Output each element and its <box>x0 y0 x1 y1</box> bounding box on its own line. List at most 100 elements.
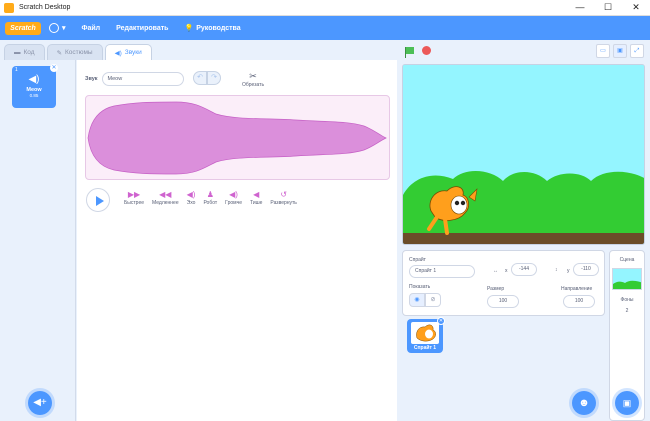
effect-slower-button[interactable]: ◀◀ Медленнее <box>148 190 183 206</box>
normal-stage-button[interactable]: ▣ <box>613 44 627 58</box>
tab-sounds[interactable]: ◀) Звуки <box>104 44 152 60</box>
window-controls: — ☐ ✕ <box>566 0 650 16</box>
fullscreen-button[interactable]: ⤢ <box>630 44 644 58</box>
show-label: Показать <box>409 284 431 290</box>
effect-robot-button[interactable]: ♟ Робот <box>199 190 221 206</box>
robot-icon: ♟ <box>206 190 214 199</box>
stage-thumbnail <box>612 268 642 290</box>
effect-softer-button[interactable]: ◀ Тише <box>246 190 266 206</box>
sprite-item-1[interactable]: ✕ Спрайт 1 <box>407 317 445 353</box>
tab-costumes[interactable]: ✎ Костюмы <box>46 44 103 60</box>
hide-sprite-button[interactable]: ⊘ <box>425 293 441 307</box>
sprite-name-input[interactable]: Спрайт 1 <box>409 265 475 278</box>
direction-input[interactable]: 100 <box>563 295 595 308</box>
tab-sounds-label: Звуки <box>124 49 142 56</box>
sound-list: 1 ✕ ◀) Meow 0.85 <box>0 60 76 421</box>
app-icon <box>4 2 14 13</box>
delete-sound-button[interactable]: ✕ <box>50 64 58 72</box>
tab-code[interactable]: ▬ Код <box>4 44 45 60</box>
eye-slash-icon: ⊘ <box>430 297 436 303</box>
cat-plus-icon: ☻ <box>578 397 590 409</box>
trim-button[interactable]: ✂ Обрезать <box>242 71 264 88</box>
stage-size-buttons: ▭ ▣ ⤢ <box>596 44 644 58</box>
edit-menu[interactable]: Редактировать <box>108 25 176 32</box>
slower-icon: ◀◀ <box>159 190 172 199</box>
add-backdrop-button[interactable]: ▣ <box>615 391 639 415</box>
waveform-display[interactable] <box>85 95 390 180</box>
add-sound-button[interactable]: ◀+ <box>28 391 52 415</box>
ground <box>403 233 644 244</box>
image-plus-icon: ▣ <box>622 398 632 408</box>
stage-scene <box>403 65 644 244</box>
globe-icon <box>49 23 59 33</box>
stage-header: ▭ ▣ ⤢ <box>398 40 650 62</box>
faster-icon: ▶▶ <box>127 190 141 199</box>
small-stage-button[interactable]: ▭ <box>596 44 610 58</box>
window-title: Scratch Desktop <box>19 4 71 11</box>
stage-canvas[interactable] <box>402 64 645 245</box>
x-label: x <box>505 268 508 274</box>
softer-icon: ◀ <box>253 190 260 199</box>
tutorials-menu[interactable]: 💡 Руководства <box>177 24 249 33</box>
sound-editor: Звук Meow ↶ ↷ ✂ Обрезать ▶▶ Быстрее ◀◀ М… <box>77 60 397 421</box>
file-menu[interactable]: Файл <box>74 25 109 32</box>
sprite-info-panel: Спрайт Спрайт 1 ↔ x -144 ↕ y -110 Показа… <box>402 250 605 316</box>
lightbulb-icon: 💡 <box>184 25 194 32</box>
y-input[interactable]: -110 <box>573 263 599 276</box>
tutorials-label: Руководства <box>196 24 241 32</box>
language-menu[interactable]: ▾ <box>41 23 74 33</box>
effect-label: Эхо <box>186 200 196 206</box>
sprite-thumbnail <box>411 322 439 344</box>
show-sprite-button[interactable]: ◉ <box>409 293 425 307</box>
sprite-label: Спрайт <box>409 257 426 263</box>
y-label: y <box>567 268 570 274</box>
x-input[interactable]: -144 <box>511 263 537 276</box>
add-sprite-button[interactable]: ☻ <box>572 391 596 415</box>
effect-label: Громче <box>225 200 242 206</box>
sound-name-row: Звук Meow <box>85 72 184 86</box>
effect-louder-button[interactable]: ◀) Громче <box>221 190 246 206</box>
sound-index: 1 <box>15 67 18 73</box>
undo-redo-group: ↶ ↷ <box>193 71 221 85</box>
undo-button[interactable]: ↶ <box>193 71 207 85</box>
effect-label: Робот <box>203 200 218 206</box>
chevron-down-icon: ▾ <box>62 25 66 32</box>
waveform-shape <box>87 101 387 175</box>
eye-icon: ◉ <box>414 297 420 303</box>
stop-button[interactable] <box>422 46 431 55</box>
y-arrows-icon: ↕ <box>555 267 558 273</box>
waveform-svg <box>87 101 387 175</box>
speaker-plus-icon: ◀+ <box>33 397 47 408</box>
effect-label: Медленнее <box>152 200 179 206</box>
menu-bar: Scratch ▾ Файл Редактировать 💡 Руководст… <box>0 16 650 40</box>
maximize-button[interactable]: ☐ <box>594 0 622 16</box>
play-sound-button[interactable] <box>86 188 110 212</box>
stage-label: Сцена <box>619 257 635 263</box>
scissors-icon: ✂ <box>249 71 257 81</box>
green-flag-button[interactable] <box>405 47 414 58</box>
window-titlebar: Scratch Desktop — ☐ ✕ <box>0 0 650 16</box>
brush-icon: ✎ <box>56 49 63 57</box>
sprite-item-name: Спрайт 1 <box>413 345 437 351</box>
effect-label: Тише <box>249 200 263 206</box>
sound-name-input[interactable]: Meow <box>101 72 184 86</box>
louder-icon: ◀) <box>229 190 238 199</box>
effects-row: ▶▶ Быстрее ◀◀ Медленнее ◀) Эхо ♟ Робот ◀… <box>120 190 301 206</box>
scratch-logo[interactable]: Scratch <box>5 21 41 35</box>
reverse-icon: ↺ <box>280 190 288 199</box>
redo-button[interactable]: ↷ <box>207 71 221 85</box>
effect-reverse-button[interactable]: ↺ Развернуть <box>266 190 301 206</box>
effect-faster-button[interactable]: ▶▶ Быстрее <box>120 190 148 206</box>
speaker-icon: ◀) <box>28 74 40 85</box>
effect-echo-button[interactable]: ◀) Эхо <box>183 190 200 206</box>
minimize-button[interactable]: — <box>566 0 594 16</box>
backdrops-count: 2 <box>625 308 629 314</box>
speaker-icon: ◀) <box>114 49 122 57</box>
trim-label: Обрезать <box>242 82 265 88</box>
close-button[interactable]: ✕ <box>622 0 650 16</box>
sound-item-meow[interactable]: 1 ✕ ◀) Meow 0.85 <box>12 64 58 108</box>
cat-thumbnail-icon <box>416 324 436 342</box>
editor-tabs: ▬ Код ✎ Костюмы ◀) Звуки <box>0 44 152 60</box>
size-input[interactable]: 100 <box>487 295 519 308</box>
x-arrows-icon: ↔ <box>493 268 498 274</box>
